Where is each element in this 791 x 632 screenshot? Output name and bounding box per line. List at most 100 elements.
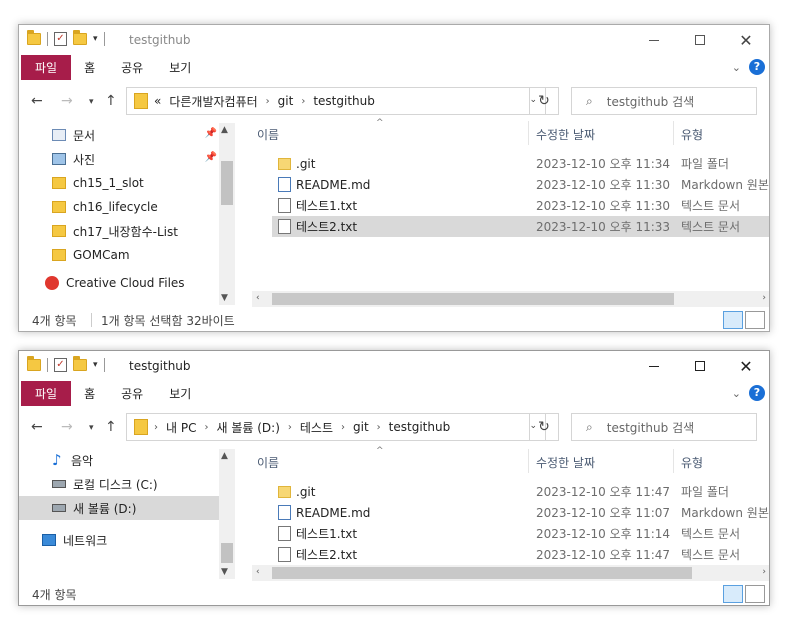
properties-icon[interactable]: ✓ bbox=[54, 32, 67, 46]
properties-icon[interactable]: ✓ bbox=[54, 358, 67, 372]
column-divider[interactable] bbox=[673, 449, 674, 473]
scroll-thumb[interactable] bbox=[272, 293, 674, 305]
scroll-thumb[interactable] bbox=[221, 543, 233, 563]
chevron-right-icon[interactable]: › bbox=[204, 422, 208, 433]
file-row[interactable]: README.md 2023-12-10 오후 11:30 Markdown 원… bbox=[252, 174, 769, 195]
column-type[interactable]: 유형 bbox=[681, 454, 703, 471]
nav-item-folder[interactable]: ch15_1_slot bbox=[19, 171, 235, 195]
breadcrumb-item[interactable]: 새 볼륨 (D:) bbox=[216, 419, 279, 436]
forward-icon[interactable]: → bbox=[61, 419, 73, 435]
tab-home[interactable]: 홈 bbox=[71, 381, 108, 406]
up-icon[interactable]: ↑ bbox=[105, 93, 117, 109]
close-button[interactable]: ✕ bbox=[723, 25, 769, 55]
scroll-left-icon[interactable]: ‹ bbox=[256, 293, 260, 303]
file-row[interactable]: 테스트1.txt 2023-12-10 오후 11:30 텍스트 문서 bbox=[252, 195, 769, 216]
help-icon[interactable]: ? bbox=[749, 385, 765, 401]
refresh-button[interactable]: ↻ bbox=[529, 413, 559, 441]
breadcrumb-item[interactable]: 테스트 bbox=[300, 419, 333, 436]
scroll-right-icon[interactable]: › bbox=[762, 567, 766, 577]
file-row[interactable]: .git 2023-12-10 오후 11:34 파일 폴더 bbox=[252, 153, 769, 174]
chevron-right-icon[interactable]: › bbox=[288, 422, 292, 433]
column-date[interactable]: 수정한 날짜 bbox=[536, 454, 595, 471]
chevron-right-icon[interactable]: › bbox=[266, 96, 270, 107]
help-icon[interactable]: ? bbox=[749, 59, 765, 75]
minimize-button[interactable] bbox=[631, 25, 677, 55]
folder-icon[interactable] bbox=[27, 30, 41, 45]
customize-dropdown-icon[interactable]: ▾ bbox=[93, 360, 98, 370]
breadcrumb-overflow[interactable]: « bbox=[154, 94, 161, 108]
new-folder-icon[interactable] bbox=[73, 356, 87, 371]
nav-item-folder[interactable]: ch17_내장함수-List bbox=[19, 219, 235, 243]
nav-item-creative-cloud[interactable]: Creative Cloud Files bbox=[19, 267, 235, 299]
folder-icon[interactable] bbox=[27, 356, 41, 371]
chevron-right-icon[interactable]: › bbox=[341, 422, 345, 433]
chevron-right-icon[interactable]: › bbox=[377, 422, 381, 433]
file-row[interactable]: README.md 2023-12-10 오후 11:07 Markdown 원… bbox=[252, 502, 769, 523]
horizontal-scrollbar[interactable]: ‹ › bbox=[252, 565, 769, 581]
nav-item-drive-c[interactable]: 로컬 디스크 (C:) bbox=[19, 472, 235, 496]
tab-view[interactable]: 보기 bbox=[156, 55, 204, 80]
maximize-button[interactable] bbox=[677, 351, 723, 381]
column-date[interactable]: 수정한 날짜 bbox=[536, 126, 595, 143]
breadcrumb-item[interactable]: 내 PC bbox=[166, 419, 196, 436]
details-view-icon[interactable] bbox=[723, 585, 743, 603]
nav-item-pictures[interactable]: 사진 📌 bbox=[19, 147, 235, 171]
new-folder-icon[interactable] bbox=[73, 30, 87, 45]
column-divider[interactable] bbox=[528, 449, 529, 473]
file-row[interactable]: .git 2023-12-10 오후 11:47 파일 폴더 bbox=[252, 481, 769, 502]
address-bar[interactable]: « 다른개발자컴퓨터 › git › testgithub ⌄ bbox=[126, 87, 546, 115]
recent-locations-icon[interactable]: ▾ bbox=[89, 423, 94, 433]
file-row[interactable]: 테스트1.txt 2023-12-10 오후 11:14 텍스트 문서 bbox=[252, 523, 769, 544]
scroll-thumb[interactable] bbox=[221, 161, 233, 205]
scroll-down-icon[interactable]: ▼ bbox=[221, 567, 228, 577]
nav-item-music[interactable]: ♪ 음악 bbox=[19, 448, 235, 472]
tab-share[interactable]: 공유 bbox=[108, 381, 156, 406]
column-name[interactable]: 이름 bbox=[257, 454, 279, 471]
expand-ribbon-icon[interactable]: ⌄ bbox=[732, 61, 741, 74]
breadcrumb-item[interactable]: testgithub bbox=[313, 94, 375, 108]
tab-share[interactable]: 공유 bbox=[108, 55, 156, 80]
chevron-right-icon[interactable]: › bbox=[301, 96, 305, 107]
chevron-right-icon[interactable]: › bbox=[154, 422, 158, 433]
breadcrumb-item[interactable]: git bbox=[278, 94, 294, 108]
column-name[interactable]: 이름 bbox=[257, 126, 279, 143]
tab-file[interactable]: 파일 bbox=[21, 55, 72, 80]
tab-file[interactable]: 파일 bbox=[21, 381, 72, 406]
scroll-up-icon[interactable]: ▲ bbox=[221, 125, 228, 135]
address-bar[interactable]: › 내 PC › 새 볼륨 (D:) › 테스트 › git › testgit… bbox=[126, 413, 546, 441]
expand-ribbon-icon[interactable]: ⌄ bbox=[732, 387, 741, 400]
up-icon[interactable]: ↑ bbox=[105, 419, 117, 435]
nav-scrollbar[interactable]: ▲ ▼ bbox=[219, 123, 235, 305]
large-icons-view-icon[interactable] bbox=[745, 585, 765, 603]
column-type[interactable]: 유형 bbox=[681, 126, 703, 143]
nav-item-documents[interactable]: 문서 📌 bbox=[19, 123, 235, 147]
nav-scrollbar[interactable]: ▲ ▼ bbox=[219, 449, 235, 579]
nav-item-network[interactable]: 네트워크 bbox=[19, 528, 235, 552]
large-icons-view-icon[interactable] bbox=[745, 311, 765, 329]
nav-item-folder[interactable]: ch16_lifecycle bbox=[19, 195, 235, 219]
forward-icon[interactable]: → bbox=[61, 93, 73, 109]
search-input[interactable]: ⌕ testgithub 검색 bbox=[571, 87, 757, 115]
tab-view[interactable]: 보기 bbox=[156, 381, 204, 406]
column-divider[interactable] bbox=[673, 121, 674, 145]
back-icon[interactable]: ← bbox=[31, 419, 43, 435]
back-icon[interactable]: ← bbox=[31, 93, 43, 109]
nav-item-folder[interactable]: GOMCam bbox=[19, 243, 235, 267]
recent-locations-icon[interactable]: ▾ bbox=[89, 97, 94, 107]
close-button[interactable]: ✕ bbox=[723, 351, 769, 381]
customize-dropdown-icon[interactable]: ▾ bbox=[93, 34, 98, 44]
scroll-up-icon[interactable]: ▲ bbox=[221, 451, 228, 461]
refresh-button[interactable]: ↻ bbox=[529, 87, 559, 115]
maximize-button[interactable] bbox=[677, 25, 723, 55]
file-row-selected[interactable]: 테스트2.txt 2023-12-10 오후 11:33 텍스트 문서 bbox=[272, 216, 769, 237]
column-divider[interactable] bbox=[528, 121, 529, 145]
horizontal-scrollbar[interactable]: ‹ › bbox=[252, 291, 769, 307]
tab-home[interactable]: 홈 bbox=[71, 55, 108, 80]
breadcrumb-item[interactable]: 다른개발자컴퓨터 bbox=[169, 93, 257, 110]
scroll-thumb[interactable] bbox=[272, 567, 692, 579]
breadcrumb-item[interactable]: testgithub bbox=[389, 420, 451, 434]
search-input[interactable]: ⌕ testgithub 검색 bbox=[571, 413, 757, 441]
file-row[interactable]: 테스트2.txt 2023-12-10 오후 11:47 텍스트 문서 bbox=[252, 544, 769, 565]
minimize-button[interactable] bbox=[631, 351, 677, 381]
scroll-down-icon[interactable]: ▼ bbox=[221, 293, 228, 303]
